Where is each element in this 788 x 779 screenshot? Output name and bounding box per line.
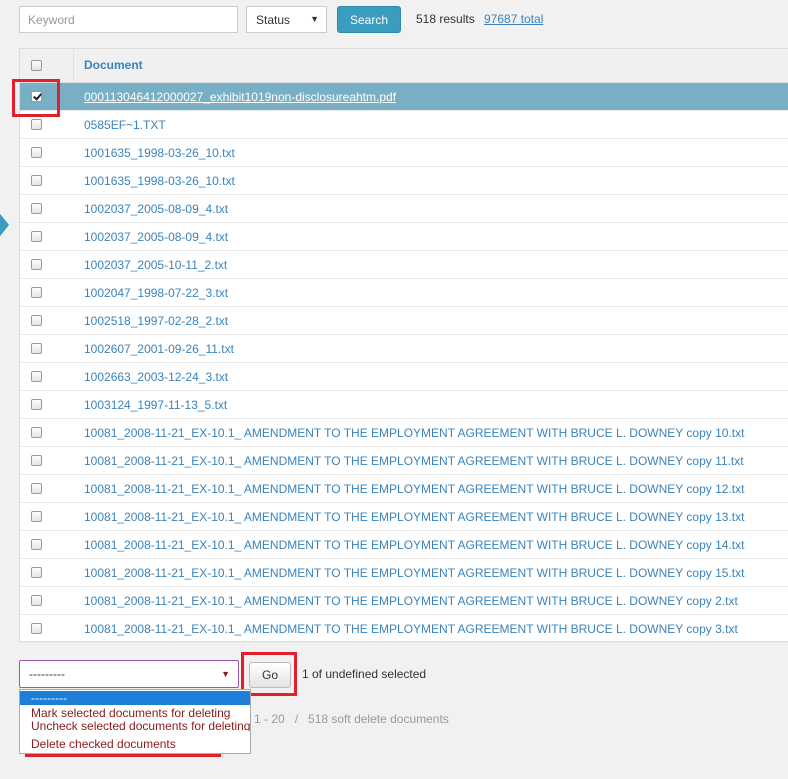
selected-count: 1 of undefined selected bbox=[302, 667, 427, 681]
table-row[interactable]: 10081_2008-11-21_EX-10.1_ AMENDMENT TO T… bbox=[20, 587, 788, 615]
dropdown-option-empty[interactable]: --------- bbox=[20, 691, 250, 705]
row-checkbox[interactable] bbox=[31, 231, 42, 242]
chevron-down-icon: ▼ bbox=[221, 669, 230, 679]
go-button[interactable]: Go bbox=[249, 662, 291, 688]
document-link[interactable]: 10081_2008-11-21_EX-10.1_ AMENDMENT TO T… bbox=[84, 454, 744, 468]
table-row[interactable]: 1002037_2005-10-11_2.txt bbox=[20, 251, 788, 279]
document-link[interactable]: 1002518_1997-02-28_2.txt bbox=[84, 314, 228, 328]
column-header-document[interactable]: Document bbox=[84, 58, 143, 72]
table-row[interactable]: 10081_2008-11-21_EX-10.1_ AMENDMENT TO T… bbox=[20, 419, 788, 447]
total-link[interactable]: 97687 total bbox=[484, 12, 543, 26]
select-all-checkbox[interactable] bbox=[31, 60, 42, 71]
dropdown-option-uncheck-for-deleting[interactable]: Uncheck selected documents for deleting bbox=[20, 721, 250, 731]
results-count: 518 results bbox=[416, 12, 475, 26]
row-checkbox[interactable] bbox=[31, 511, 42, 522]
soft-delete-count: 518 soft delete documents bbox=[308, 712, 449, 726]
row-checkbox[interactable] bbox=[31, 203, 42, 214]
sidebar-toggle-arrow-icon[interactable] bbox=[0, 210, 9, 240]
document-link[interactable]: 1001635_1998-03-26_10.txt bbox=[84, 146, 235, 160]
document-link[interactable]: 10081_2008-11-21_EX-10.1_ AMENDMENT TO T… bbox=[84, 426, 744, 440]
chevron-down-icon: ▼ bbox=[310, 14, 319, 24]
bulk-action-select[interactable]: --------- ▼ bbox=[19, 660, 239, 688]
table-row[interactable]: 10081_2008-11-21_EX-10.1_ AMENDMENT TO T… bbox=[20, 503, 788, 531]
row-checkbox[interactable] bbox=[31, 427, 42, 438]
row-checkbox[interactable] bbox=[31, 315, 42, 326]
page-range: 1 - 20 bbox=[254, 712, 285, 726]
status-select[interactable]: Status ▼ bbox=[246, 6, 327, 33]
table-row[interactable]: 1002518_1997-02-28_2.txt bbox=[20, 307, 788, 335]
search-button[interactable]: Search bbox=[337, 6, 401, 33]
status-select-label: Status bbox=[256, 12, 291, 27]
table-row[interactable]: 10081_2008-11-21_EX-10.1_ AMENDMENT TO T… bbox=[20, 531, 788, 559]
document-link[interactable]: 1003124_1997-11-13_5.txt bbox=[84, 398, 227, 412]
row-checkbox[interactable] bbox=[31, 455, 42, 466]
document-link[interactable]: 10081_2008-11-21_EX-10.1_ AMENDMENT TO T… bbox=[84, 594, 738, 608]
table-row[interactable]: 1001635_1998-03-26_10.txt bbox=[20, 167, 788, 195]
documents-table: Document 000113046412000027_exhibit1019n… bbox=[19, 48, 788, 643]
document-link[interactable]: 10081_2008-11-21_EX-10.1_ AMENDMENT TO T… bbox=[84, 538, 744, 552]
row-checkbox[interactable] bbox=[31, 567, 42, 578]
dropdown-option-delete-checked[interactable]: Delete checked documents bbox=[20, 737, 250, 751]
document-link[interactable]: 10081_2008-11-21_EX-10.1_ AMENDMENT TO T… bbox=[84, 510, 744, 524]
pager-separator: / bbox=[294, 712, 299, 726]
pagination-info: 1 - 20 / 518 soft delete documents bbox=[254, 712, 449, 726]
document-link[interactable]: 10081_2008-11-21_EX-10.1_ AMENDMENT TO T… bbox=[84, 622, 738, 636]
row-checkbox[interactable] bbox=[31, 147, 42, 158]
table-row[interactable]: 10081_2008-11-21_EX-10.1_ AMENDMENT TO T… bbox=[20, 475, 788, 503]
select-all-cell bbox=[20, 49, 74, 82]
dropdown-option-mark-for-deleting[interactable]: Mark selected documents for deleting bbox=[20, 706, 250, 720]
table-row[interactable]: 1002047_1998-07-22_3.txt bbox=[20, 279, 788, 307]
bulk-action-selected-value: --------- bbox=[29, 667, 65, 681]
document-link[interactable]: 1002037_2005-10-11_2.txt bbox=[84, 258, 227, 272]
highlight-checkbox-box bbox=[12, 79, 60, 117]
row-checkbox[interactable] bbox=[31, 343, 42, 354]
table-row[interactable]: 1001635_1998-03-26_10.txt bbox=[20, 139, 788, 167]
document-link[interactable]: 10081_2008-11-21_EX-10.1_ AMENDMENT TO T… bbox=[84, 482, 744, 496]
table-row[interactable]: 1002037_2005-08-09_4.txt bbox=[20, 223, 788, 251]
row-checkbox[interactable] bbox=[31, 119, 42, 130]
table-header: Document bbox=[20, 49, 788, 83]
table-row[interactable]: 10081_2008-11-21_EX-10.1_ AMENDMENT TO T… bbox=[20, 559, 788, 587]
row-checkbox[interactable] bbox=[31, 483, 42, 494]
table-row[interactable]: 1003124_1997-11-13_5.txt bbox=[20, 391, 788, 419]
document-link[interactable]: 1002663_2003-12-24_3.txt bbox=[84, 370, 228, 384]
table-row[interactable]: 000113046412000027_exhibit1019non-disclo… bbox=[20, 83, 788, 111]
document-link[interactable]: 0585EF~1.TXT bbox=[84, 118, 166, 132]
bulk-action-dropdown: --------- Mark selected documents for de… bbox=[19, 689, 251, 754]
document-link[interactable]: 1002037_2005-08-09_4.txt bbox=[84, 202, 228, 216]
document-link[interactable]: 10081_2008-11-21_EX-10.1_ AMENDMENT TO T… bbox=[84, 566, 744, 580]
table-row[interactable]: 10081_2008-11-21_EX-10.1_ AMENDMENT TO T… bbox=[20, 447, 788, 475]
table-row[interactable]: 1002663_2003-12-24_3.txt bbox=[20, 363, 788, 391]
document-link[interactable]: 1002047_1998-07-22_3.txt bbox=[84, 286, 228, 300]
row-checkbox[interactable] bbox=[31, 539, 42, 550]
document-link[interactable]: 1002607_2001-09-26_11.txt bbox=[84, 342, 234, 356]
document-link[interactable]: 000113046412000027_exhibit1019non-disclo… bbox=[84, 90, 396, 104]
document-link[interactable]: 1001635_1998-03-26_10.txt bbox=[84, 174, 235, 188]
row-checkbox[interactable] bbox=[31, 623, 42, 634]
table-row[interactable]: 0585EF~1.TXT bbox=[20, 111, 788, 139]
row-checkbox[interactable] bbox=[31, 287, 42, 298]
row-checkbox[interactable] bbox=[31, 175, 42, 186]
document-link[interactable]: 1002037_2005-08-09_4.txt bbox=[84, 230, 228, 244]
table-row[interactable]: 1002607_2001-09-26_11.txt bbox=[20, 335, 788, 363]
table-row[interactable]: 1002037_2005-08-09_4.txt bbox=[20, 195, 788, 223]
row-checkbox[interactable] bbox=[31, 399, 42, 410]
row-checkbox[interactable] bbox=[31, 259, 42, 270]
row-checkbox[interactable] bbox=[31, 371, 42, 382]
row-checkbox[interactable] bbox=[31, 595, 42, 606]
table-row[interactable]: 10081_2008-11-21_EX-10.1_ AMENDMENT TO T… bbox=[20, 615, 788, 643]
keyword-input[interactable] bbox=[19, 6, 238, 33]
